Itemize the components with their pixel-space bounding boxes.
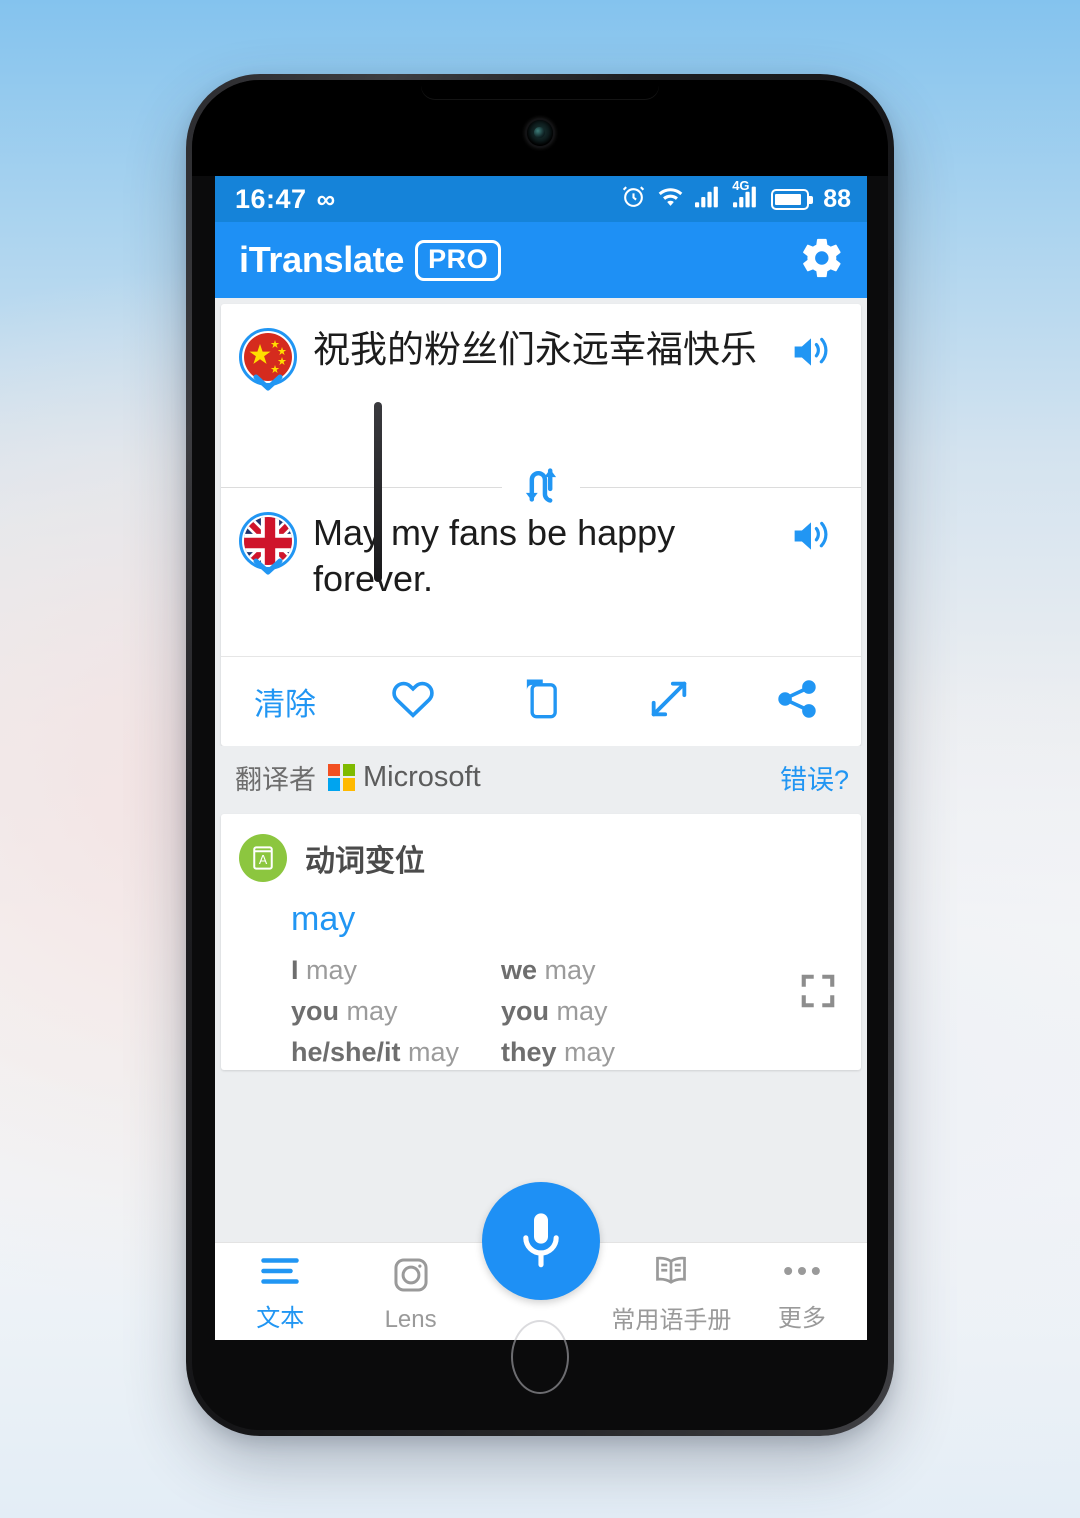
front-camera-icon [527,120,553,146]
fullscreen-icon [799,974,837,1014]
battery-icon [771,188,814,210]
attribution-bar: 翻译者 Microsoft 错误? [215,746,867,808]
share-icon [775,677,819,726]
pronoun: we [501,955,538,985]
fullscreen-button[interactable] [605,676,733,727]
pronoun: you [291,996,340,1027]
text-lines-icon [260,1256,300,1291]
wifi-icon [657,184,684,214]
speaker-icon [789,521,833,560]
source-text-row[interactable]: 祝我的粉丝们永远幸福快乐 [221,304,861,486]
nav-label-lens: Lens [384,1305,437,1333]
action-bar: 清除 [221,656,861,746]
target-text[interactable]: May my fans be happy forever. [299,510,789,646]
nav-item-more[interactable]: 更多 [737,1256,867,1333]
conjugation-card: A 动词变位 may I may we may you may you may … [221,814,861,1071]
nav-label-phrasebook: 常用语手册 [611,1307,732,1334]
app-title: iTranslate [239,239,405,280]
infinity-icon: ∞ [316,184,336,214]
clear-button[interactable]: 清除 [221,679,349,724]
source-text[interactable]: 祝我的粉丝们永远幸福快乐 [299,326,789,476]
status-time: 16:47 [235,183,307,214]
conjugation-header: A 动词变位 [221,814,861,886]
nav-label-more: 更多 [777,1305,826,1332]
phone-screen: 16:47 ∞ 4G 88 iTranslate PRO 祝我的粉丝们永远幸福快… [215,176,867,1340]
pro-badge: PRO [415,239,502,281]
target-language-selector[interactable] [237,512,299,588]
home-button[interactable] [511,1320,569,1394]
phrasebook-icon [650,1254,692,1293]
phone-notch-area [192,80,888,176]
signal-bars-icon [695,185,722,214]
report-error-link[interactable]: 错误? [780,758,849,797]
chevron-down-icon [252,374,284,392]
conjugation-cell: you may [291,994,501,1029]
conjugation-table: I may we may you may you may he/she/it m… [291,953,711,1070]
heart-icon [390,677,436,726]
battery-level: 88 [823,184,851,213]
nav-item-text[interactable]: 文本 [215,1256,345,1333]
gear-icon [799,238,845,285]
conjugation-expand-button[interactable] [799,972,837,1015]
attribution-label: 翻译者 [235,764,316,795]
phone-body: 16:47 ∞ 4G 88 iTranslate PRO 祝我的粉丝们永远幸福快… [192,80,888,1430]
verb: may [306,955,358,985]
phone-device: 16:47 ∞ 4G 88 iTranslate PRO 祝我的粉丝们永远幸福快… [186,74,894,1436]
speaker-icon [789,337,833,376]
volume-button[interactable] [374,402,382,582]
settings-button[interactable] [799,235,845,286]
more-dots-icon [782,1256,822,1291]
conjugation-cell: he/she/it may [291,1035,501,1070]
app-content: 祝我的粉丝们永远幸福快乐 May my fans be happy foreve… [215,304,867,1340]
source-language-selector[interactable] [237,328,299,404]
translation-card: 祝我的粉丝们永远幸福快乐 May my fans be happy foreve… [221,304,861,746]
expand-arrows-icon [646,676,692,727]
favorite-button[interactable] [349,677,477,726]
alarm-icon [621,184,646,214]
status-right-icons: 4G 88 [621,178,851,214]
verb: may [408,1037,460,1068]
network-type-label: 4G [732,177,750,193]
status-bar: 16:47 ∞ 4G 88 [215,176,867,222]
pronoun: I [291,955,299,985]
conjugation-title: 动词变位 [305,845,425,878]
conjugation-cell: we may [501,953,711,988]
microsoft-logo-icon [328,763,355,791]
dictionary-card-icon: A [239,834,287,882]
conjugation-cell: you may [501,994,711,1029]
camera-lens-icon [392,1256,430,1299]
target-speak-button[interactable] [789,510,845,646]
app-bar: iTranslate PRO [215,222,867,298]
conjugation-body: may I may we may you may you may he/she/… [221,886,861,1070]
svg-text:A: A [259,853,268,867]
chevron-down-icon [252,558,284,576]
verb: may [346,996,398,1027]
microphone-icon [513,1206,569,1277]
nav-label-text: 文本 [256,1305,305,1332]
copy-icon [519,676,563,727]
pronoun: he/she/it [291,1037,401,1068]
verb: may [564,1037,616,1068]
clear-label: 清除 [254,687,316,722]
verb: may [556,996,608,1027]
pronoun: they [501,1037,557,1068]
signal-bars-4g-icon: 4G [732,178,760,214]
verb: may [544,955,596,985]
pronoun: you [501,996,550,1027]
conjugation-cell: I may [291,953,501,988]
nav-item-lens[interactable]: Lens [345,1256,475,1334]
nav-item-phrasebook[interactable]: 常用语手册 [606,1254,736,1335]
status-left-icons: ∞ [317,186,336,212]
attribution-provider: Microsoft [363,760,481,793]
microphone-button[interactable] [482,1182,600,1300]
copy-button[interactable] [477,676,605,727]
conjugation-word[interactable]: may [291,900,845,939]
share-button[interactable] [733,677,861,726]
target-text-row[interactable]: May my fans be happy forever. [221,488,861,656]
conjugation-cell: they may [501,1035,711,1070]
source-speak-button[interactable] [789,326,845,476]
notch [421,80,659,100]
